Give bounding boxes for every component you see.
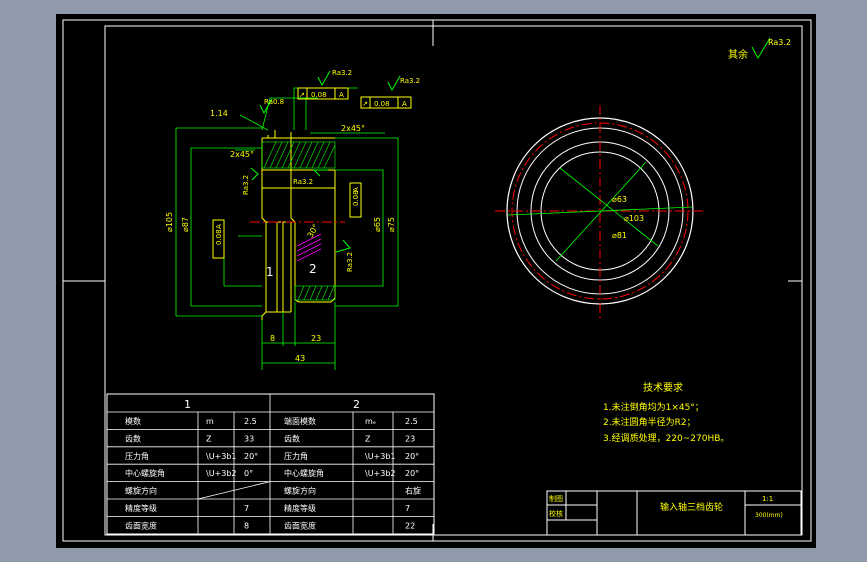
tech-req-item-1: 1.未注倒角均为1×45°； xyxy=(603,401,704,413)
table-cell: mₑ xyxy=(365,417,376,426)
table-cell: 齿数 xyxy=(125,433,141,443)
chamfer-top-label: 1.14 xyxy=(210,109,228,118)
table-cell: 8 xyxy=(244,521,249,530)
table-cell: 齿面宽度 xyxy=(125,520,157,530)
circle-d3-label: ⌀81 xyxy=(612,231,627,240)
table-cell: 22 xyxy=(405,521,415,530)
roughness-sym3: Ra3.2 xyxy=(400,77,420,85)
tech-req-title: 技术要求 xyxy=(643,381,683,394)
table-cell: 螺旋方向 xyxy=(284,486,316,496)
part-name: 输入轴三档齿轮 xyxy=(660,501,723,513)
table-cell: 齿数 xyxy=(284,433,300,443)
dia-right1-label: ⌀75 xyxy=(387,217,396,232)
title-checked-label: 校核 xyxy=(549,509,563,518)
table-header-right: 2 xyxy=(353,398,360,411)
table-cell: 中心螺旋角 xyxy=(284,468,324,478)
circle-d2-label: ⌀103 xyxy=(624,214,644,223)
dim-23-label: 23 xyxy=(311,334,321,343)
table-cell: 压力角 xyxy=(284,451,308,461)
roughness-sym4: Ra3.2 xyxy=(293,178,313,186)
table-cell: 0° xyxy=(244,469,253,478)
tech-req-item-3: 3.经调质处理，220~270HB。 xyxy=(603,432,729,444)
table-cell: 齿面宽度 xyxy=(284,520,316,530)
table-cell: 20° xyxy=(405,469,419,478)
chamfer-right-label: 2x45° xyxy=(341,124,365,133)
table-cell: m xyxy=(206,417,214,426)
table-cell: 7 xyxy=(244,504,249,513)
table-cell: 螺旋方向 xyxy=(125,486,157,496)
table-cell: 压力角 xyxy=(125,451,149,461)
table-cell: 端面模数 xyxy=(284,416,316,426)
scale-value: 1:1 xyxy=(762,495,773,503)
table-cell: \U+3b1 xyxy=(206,452,237,461)
table-cell: Z xyxy=(365,434,371,443)
tol2-value: 0.08 xyxy=(374,100,390,108)
drawing-canvas: 其余 Ra3.2 2x45° 2x45° 1.14 1 2 8 23 43 30… xyxy=(56,14,816,548)
chamfer-left-label: 2x45° xyxy=(230,150,254,159)
dim-43-label: 43 xyxy=(295,354,305,363)
table-cell: 中心螺旋角 xyxy=(125,468,165,478)
table-cell: \U+3b1 xyxy=(365,452,396,461)
tol1-value: 0.08 xyxy=(311,91,327,99)
circle-d1-label: ⌀63 xyxy=(612,195,627,204)
table-cell: 2.5 xyxy=(244,417,257,426)
table-cell: \U+3b2 xyxy=(206,469,237,478)
tol2-symbol: ↗ xyxy=(362,100,368,108)
table-cell: 右旋 xyxy=(405,486,421,496)
part1-label: 1 xyxy=(266,265,274,279)
roughness-sym6: Ra3.2 xyxy=(242,175,250,195)
table-cell: 2.5 xyxy=(405,417,418,426)
table-header-left: 1 xyxy=(184,398,191,411)
dia-outer-label: ⌀105 xyxy=(165,212,174,232)
table-cell: 20° xyxy=(405,452,419,461)
table-cell: 7 xyxy=(405,504,410,513)
table-cell: 23 xyxy=(405,434,415,443)
roughness-general-value: Ra3.2 xyxy=(768,38,791,47)
tol2-ref: A xyxy=(402,100,407,108)
tol3-ref: A xyxy=(352,187,360,192)
table-cell: 精度等级 xyxy=(125,503,157,513)
tol4-ref: A xyxy=(215,224,223,229)
table-cell: \U+3b2 xyxy=(365,469,396,478)
tol1-symbol: ↗ xyxy=(299,91,305,99)
table-cell: 20° xyxy=(244,452,258,461)
roughness-sym1: Ra0.8 xyxy=(264,98,284,106)
dia-right2-label: ⌀65 xyxy=(373,217,382,232)
title-drawn-label: 制图 xyxy=(549,494,563,503)
dia-mid-label: ⌀87 xyxy=(181,217,190,232)
table-cell: Z xyxy=(206,434,212,443)
part2-label: 2 xyxy=(309,262,317,276)
roughness-general-prefix: 其余 xyxy=(728,48,748,61)
tech-req-item-2: 2.未注圆角半径为R2； xyxy=(603,416,696,428)
roughness-sym2: Ra3.2 xyxy=(332,69,352,77)
table-cell: 33 xyxy=(244,434,254,443)
sheet-background xyxy=(56,14,816,548)
table-cell: 精度等级 xyxy=(284,503,316,513)
sheet-size: 300(mm) xyxy=(755,512,783,519)
tol4-value: 0.08 xyxy=(215,229,223,245)
table-cell: 模数 xyxy=(125,416,141,426)
roughness-sym5: Ra3.2 xyxy=(346,252,354,272)
dim-8-label: 8 xyxy=(270,334,275,343)
tol1-ref: A xyxy=(339,91,344,99)
